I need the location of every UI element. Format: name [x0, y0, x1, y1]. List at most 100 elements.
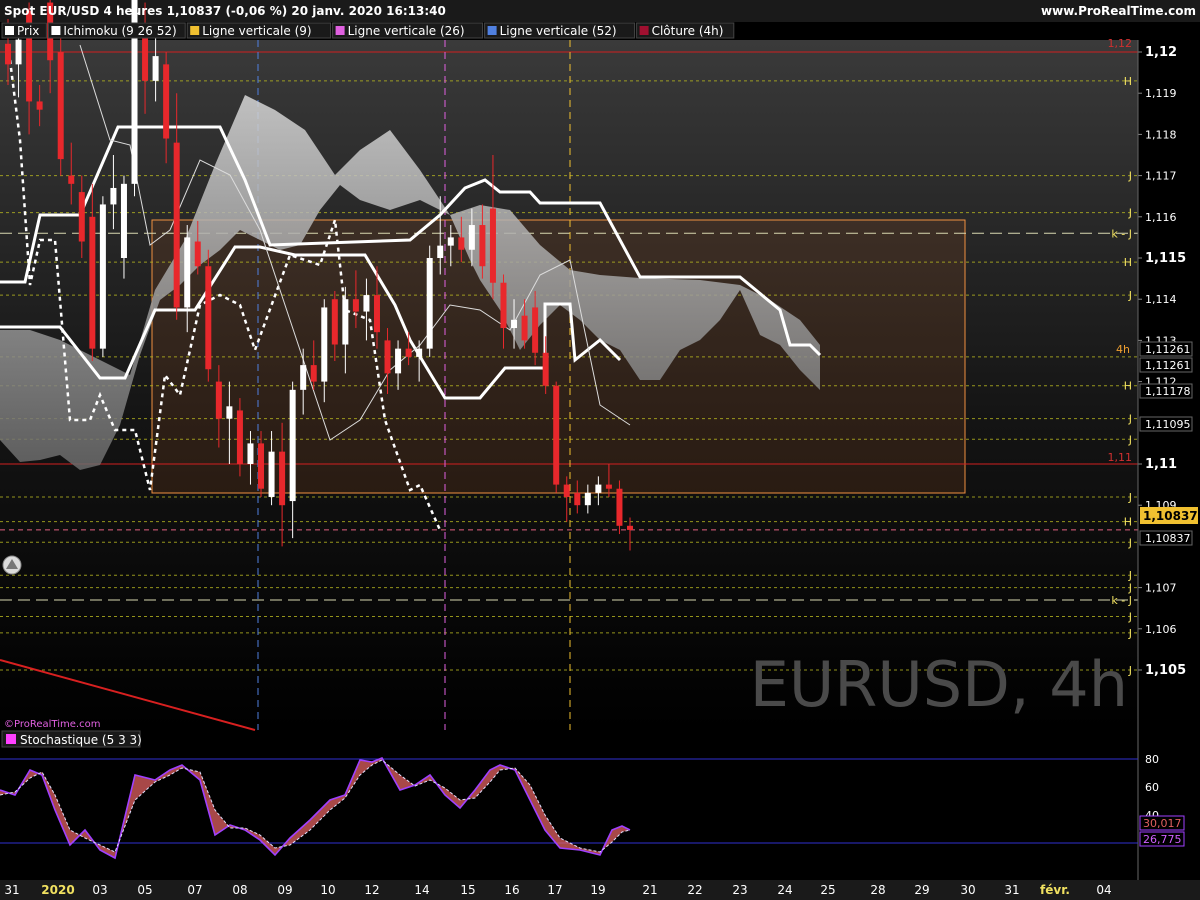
legend-item-swatch [51, 26, 61, 35]
hj-marker: J [1128, 491, 1132, 504]
candle-body [616, 488, 623, 526]
hj-marker: J [1128, 627, 1132, 640]
candle-body [605, 484, 612, 489]
candle-body [437, 245, 444, 258]
x-tick-label: 19 [590, 883, 605, 897]
price-tag-v4: 1,11095 [1145, 418, 1191, 431]
candle-body [479, 225, 486, 267]
candle-body [468, 225, 475, 250]
hj-marker: H [1124, 516, 1132, 529]
candle-body [268, 451, 275, 497]
x-tick-label: 2020 [41, 883, 74, 897]
y-tick-label: 1,105 [1145, 663, 1186, 678]
stoch-legend-label: Stochastique (5 3 3) [20, 733, 142, 747]
candle-body [289, 389, 296, 502]
legend-item-label: Clôture (4h) [652, 24, 724, 38]
x-tick-label: 05 [137, 883, 152, 897]
hj-marker: H [1124, 256, 1132, 269]
legend-item-swatch [5, 26, 14, 35]
candle-body [68, 175, 75, 184]
candle-body [152, 56, 159, 81]
candle-body [489, 208, 496, 283]
candle-body [395, 348, 402, 374]
hj-marker: k - J [1111, 594, 1132, 607]
hj-marker: J [1128, 610, 1132, 623]
candle-body [574, 492, 581, 506]
watermark: EURUSD, 4h [750, 648, 1128, 721]
x-tick-label: 25 [820, 883, 835, 897]
x-tick-label: 30 [960, 883, 975, 897]
x-tick-label: 03 [92, 883, 107, 897]
candle-body [532, 307, 539, 353]
x-tick-label: 14 [414, 883, 429, 897]
x-tick-label: 16 [504, 883, 519, 897]
legend-item-label: Ligne verticale (9) [202, 24, 311, 38]
x-tick-label: 29 [914, 883, 929, 897]
hj-marker: J [1128, 207, 1132, 220]
candle-body [184, 237, 191, 308]
candle-body [373, 295, 380, 333]
candle-body [99, 204, 106, 349]
hj-marker: J [1128, 582, 1132, 595]
chart-title: Spot EUR/USD 4 heures 1,10837 (-0,06 %) … [4, 4, 446, 18]
legend-item-swatch [639, 26, 649, 35]
hj-marker: J [1128, 170, 1132, 183]
stoch-d-tag: 26,775 [1143, 833, 1182, 846]
hj-marker: J [1128, 569, 1132, 582]
timeframe-4h-label: 4h [1116, 343, 1130, 356]
x-tick-label: 10 [320, 883, 335, 897]
candle-body [120, 183, 127, 258]
candle-body [416, 348, 423, 357]
x-tick-label: 31 [1004, 883, 1019, 897]
brand-label: ©ProRealTime.com [4, 719, 100, 730]
legend-item-swatch [190, 26, 200, 35]
x-tick-label: 28 [870, 883, 885, 897]
candle-body [584, 492, 591, 506]
candle-body [384, 340, 391, 374]
x-tick-label: 09 [277, 883, 292, 897]
hj-marker: J [1128, 664, 1132, 677]
y-tick-label: 1,106 [1145, 623, 1177, 636]
y-tick-label: 1,11 [1145, 457, 1177, 472]
legend-item-label: Ligne verticale (26) [348, 24, 465, 38]
y-tick-label: 1,116 [1145, 211, 1177, 224]
candle-body [627, 525, 633, 530]
y-tick-label: 1,118 [1145, 128, 1177, 141]
x-tick-label: 12 [364, 883, 379, 897]
site-url[interactable]: www.ProRealTime.com [1041, 4, 1196, 18]
candle-body [363, 295, 370, 312]
candle-body [458, 237, 465, 250]
y-tick-label: 1,114 [1145, 293, 1177, 306]
x-tick-label: 07 [187, 883, 202, 897]
candle-body [342, 299, 349, 345]
hj-marker: J [1128, 536, 1132, 549]
candle-body [500, 282, 507, 329]
candle-body [542, 352, 549, 386]
legend-item-swatch [335, 26, 345, 35]
stoch-k-tag: 30,017 [1143, 817, 1182, 830]
x-tick-label: 08 [232, 883, 247, 897]
candle-body [300, 365, 307, 390]
stoch-legend-swatch [6, 734, 16, 744]
legend-item-label: Ichimoku (9 26 52) [63, 24, 176, 38]
candle-body [215, 381, 222, 419]
candle-body [258, 443, 265, 489]
candle-body [426, 258, 433, 349]
y-tick-label: 1,107 [1145, 582, 1177, 595]
candle-body [247, 443, 254, 464]
candle-body [142, 31, 149, 81]
x-tick-label: 15 [460, 883, 475, 897]
hj-marker: k - J [1111, 227, 1132, 240]
candle-body [595, 484, 602, 493]
legend-item-swatch [487, 26, 497, 35]
x-tick-label: 22 [687, 883, 702, 897]
legend-item-label: Prix [17, 24, 39, 38]
x-tick-label: 24 [777, 883, 792, 897]
y-tick-label: 1,119 [1145, 87, 1177, 100]
price-tag-v3: 1,11178 [1145, 385, 1191, 398]
candle-body [36, 101, 43, 110]
candle-body [194, 241, 201, 267]
candle-body [163, 64, 170, 139]
price-tag-last: 1,10837 [1143, 509, 1198, 523]
candle-body [5, 43, 11, 65]
